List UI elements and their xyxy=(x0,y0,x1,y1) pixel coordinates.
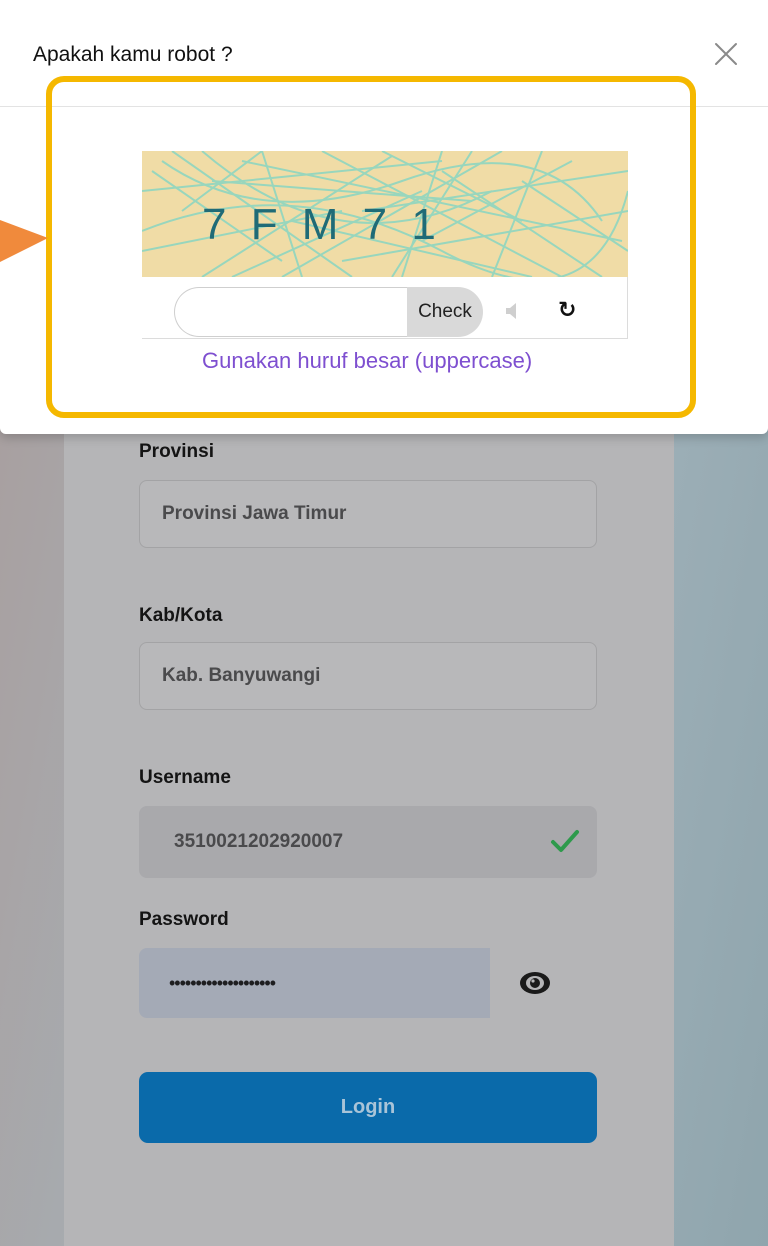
check-icon xyxy=(551,830,579,852)
close-icon[interactable] xyxy=(712,40,740,68)
username-label: Username xyxy=(139,767,231,788)
password-label: Password xyxy=(139,909,229,930)
highlight-frame xyxy=(46,76,696,418)
eye-icon[interactable] xyxy=(518,968,552,998)
username-value: 3510021202920007 xyxy=(174,831,344,852)
provinsi-label: Provinsi xyxy=(139,441,214,462)
kabkota-select[interactable]: Kab. Banyuwangi xyxy=(139,642,597,710)
pointer-arrow-icon xyxy=(0,220,48,262)
username-input[interactable]: 3510021202920007 xyxy=(139,806,597,878)
kabkota-label: Kab/Kota xyxy=(139,605,223,626)
modal-title: Apakah kamu robot ? xyxy=(33,43,233,66)
provinsi-select[interactable]: Provinsi Jawa Timur xyxy=(139,480,597,548)
login-button[interactable]: Login xyxy=(139,1072,597,1143)
password-input[interactable]: •••••••••••••••••••• xyxy=(139,948,490,1018)
captcha-modal: Apakah kamu robot ? 7 F M 7 1 Check ↻ Gu… xyxy=(0,0,768,434)
